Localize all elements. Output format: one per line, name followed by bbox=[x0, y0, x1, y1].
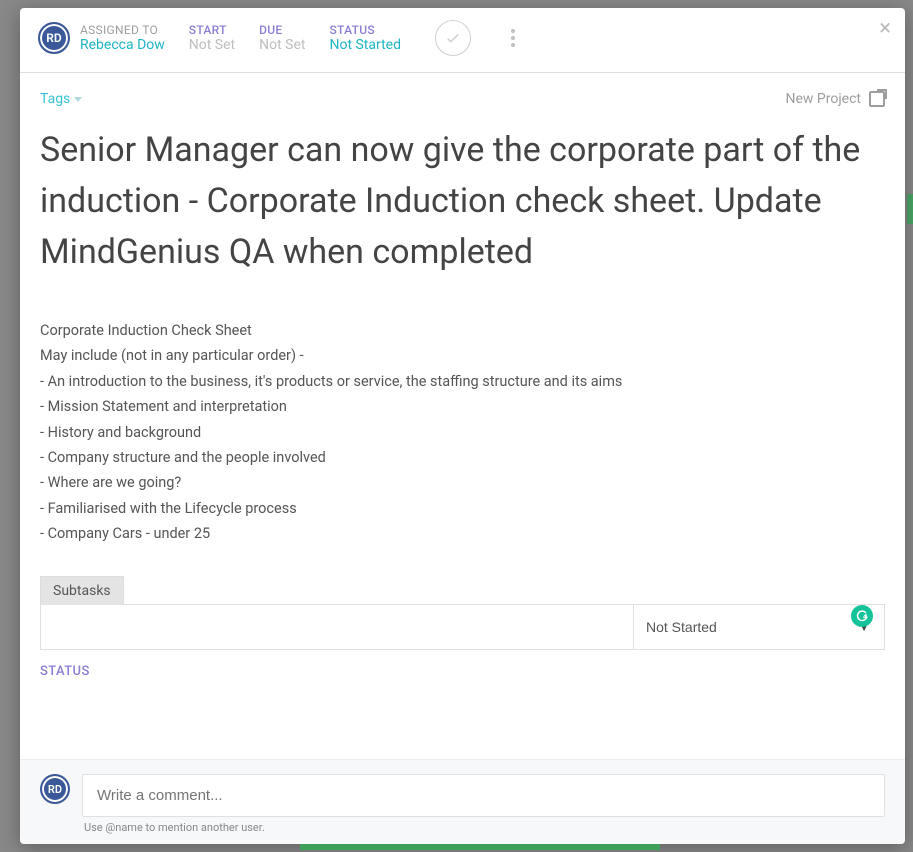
task-title[interactable]: Senior Manager can now give the corporat… bbox=[40, 125, 885, 278]
subtasks-tab[interactable]: Subtasks bbox=[40, 576, 124, 605]
grammarly-icon[interactable] bbox=[851, 605, 873, 627]
start-label: START bbox=[189, 23, 235, 37]
comment-hint: Use @name to mention another user. bbox=[84, 821, 885, 834]
close-icon: × bbox=[879, 16, 891, 41]
subtask-status-select[interactable]: Not Started bbox=[644, 613, 874, 641]
checkmark-icon bbox=[444, 29, 462, 47]
grammarly-glyph-icon bbox=[855, 609, 869, 623]
due-date-block[interactable]: DUE Not Set bbox=[259, 23, 305, 53]
start-date-block[interactable]: START Not Set bbox=[189, 23, 235, 53]
task-body-scroll[interactable]: Tags New Project Senior Manager can now … bbox=[20, 73, 905, 759]
close-button[interactable]: × bbox=[879, 18, 891, 40]
complete-task-button[interactable] bbox=[435, 20, 471, 56]
chevron-down-icon bbox=[74, 97, 82, 102]
assigned-block[interactable]: RD ASSIGNED TO Rebecca Dow bbox=[38, 22, 165, 54]
tags-label: Tags bbox=[40, 91, 70, 107]
description-line: Corporate Induction Check Sheet bbox=[40, 318, 885, 343]
description-line: - An introduction to the business, it's … bbox=[40, 369, 885, 394]
assigned-to-label: ASSIGNED TO bbox=[80, 23, 165, 37]
comment-footer: RD Use @name to mention another user. bbox=[20, 759, 905, 844]
task-modal: RD ASSIGNED TO Rebecca Dow START Not Set… bbox=[20, 8, 905, 844]
description-line: - Company structure and the people invol… bbox=[40, 445, 885, 470]
description-line: - Where are we going? bbox=[40, 470, 885, 495]
project-link[interactable]: New Project bbox=[785, 91, 885, 107]
subtasks-section: Subtasks Not Started ▼ STATUS bbox=[40, 576, 885, 679]
background-accent bbox=[907, 194, 913, 224]
due-label: DUE bbox=[259, 23, 305, 37]
open-external-icon bbox=[869, 91, 885, 107]
description-line: - Company Cars - under 25 bbox=[40, 521, 885, 546]
subtask-status-cell[interactable]: Not Started ▼ bbox=[634, 605, 884, 649]
background-accent-bottom bbox=[300, 844, 660, 850]
assigned-to-value[interactable]: Rebecca Dow bbox=[80, 37, 165, 53]
assignee-avatar[interactable]: RD bbox=[38, 22, 70, 54]
task-content: Tags New Project Senior Manager can now … bbox=[20, 73, 905, 695]
status-label: STATUS bbox=[329, 23, 401, 37]
subtask-name-input[interactable] bbox=[41, 605, 634, 649]
comment-input[interactable] bbox=[82, 774, 885, 817]
start-value[interactable]: Not Set bbox=[189, 37, 235, 53]
tags-dropdown[interactable]: Tags bbox=[40, 91, 82, 107]
due-value[interactable]: Not Set bbox=[259, 37, 305, 53]
task-header: RD ASSIGNED TO Rebecca Dow START Not Set… bbox=[20, 8, 905, 73]
description-line: May include (not in any particular order… bbox=[40, 343, 885, 368]
status-section-label: STATUS bbox=[40, 664, 885, 679]
task-description[interactable]: Corporate Induction Check SheetMay inclu… bbox=[40, 318, 885, 546]
description-line: - History and background bbox=[40, 420, 885, 445]
description-line: - Mission Statement and interpretation bbox=[40, 394, 885, 419]
status-value[interactable]: Not Started bbox=[329, 37, 401, 53]
description-line: - Familiarised with the Lifecycle proces… bbox=[40, 496, 885, 521]
more-options-button[interactable] bbox=[501, 29, 525, 47]
project-label: New Project bbox=[785, 91, 861, 107]
subtask-row: Not Started ▼ bbox=[40, 604, 885, 650]
comment-avatar: RD bbox=[40, 774, 70, 804]
status-block[interactable]: STATUS Not Started bbox=[329, 23, 401, 53]
